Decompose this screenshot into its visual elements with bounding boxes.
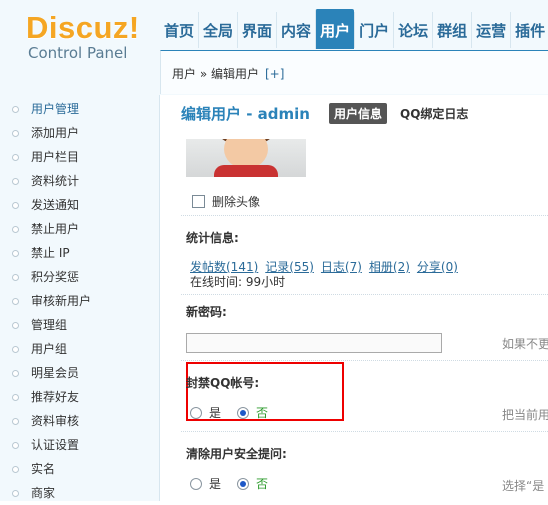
ban-qq-hint: 把当前用: [502, 408, 548, 422]
divider: [181, 215, 548, 216]
link-records[interactable]: 记录(55): [265, 260, 314, 274]
link-posts[interactable]: 发帖数(141): [190, 260, 258, 274]
bullet-icon: [12, 369, 19, 377]
sidebar-item-user-columns[interactable]: 用户栏目: [0, 145, 159, 169]
stats-label: 统计信息:: [186, 231, 239, 245]
bullet-icon: [12, 129, 19, 137]
nav-home[interactable]: 首页: [160, 12, 198, 48]
page-title: 编辑用户 - admin: [181, 105, 310, 123]
sidebar-item-add-user[interactable]: 添加用户: [0, 121, 159, 145]
divider: [181, 294, 548, 295]
sidebar-item-moderate-new-users[interactable]: 审核新用户: [0, 289, 159, 313]
bullet-icon: [12, 225, 19, 233]
logo: Discuz!: [26, 10, 140, 45]
sidebar-item-user-groups[interactable]: 用户组: [0, 337, 159, 361]
sidebar-item-profile-review[interactable]: 资料审核: [0, 409, 159, 433]
sidebar-item-recommend-friends[interactable]: 推荐好友: [0, 385, 159, 409]
clear-security-label: 清除用户安全提问:: [186, 447, 287, 461]
ban-qq-yes-label: 是: [209, 406, 222, 420]
delete-avatar-row: 删除头像: [192, 193, 260, 210]
new-password-input[interactable]: [186, 333, 442, 353]
bullet-icon: [12, 297, 19, 305]
sidebar-item-ban-ip[interactable]: 禁止 IP: [0, 241, 159, 265]
ban-qq-no-label: 否: [256, 406, 269, 420]
link-shares[interactable]: 分享(0): [417, 260, 458, 274]
divider: [181, 431, 548, 432]
clear-security-yes-label: 是: [209, 477, 222, 491]
nav-content[interactable]: 内容: [276, 12, 315, 48]
logo-subtitle: Control Panel: [28, 44, 128, 62]
delete-avatar-checkbox[interactable]: [192, 195, 205, 208]
sidebar-item-verification[interactable]: 认证设置: [0, 433, 159, 457]
sidebar-item-send-notice[interactable]: 发送通知: [0, 193, 159, 217]
sidebar-item-profile-stats[interactable]: 资料统计: [0, 169, 159, 193]
link-albums[interactable]: 相册(2): [369, 260, 410, 274]
nav-interface[interactable]: 界面: [237, 12, 276, 48]
sidebar-item-ban-user[interactable]: 禁止用户: [0, 217, 159, 241]
bullet-icon: [12, 249, 19, 257]
sidebar-item-credits[interactable]: 积分奖惩: [0, 265, 159, 289]
breadcrumb: 用户 » 编辑用户 [+]: [172, 65, 284, 82]
new-password-hint: 如果不更: [502, 337, 548, 351]
clear-security-no-radio[interactable]: [237, 477, 250, 490]
bullet-icon: [12, 321, 19, 329]
main-content: 编辑用户 - admin 用户信息 QQ绑定日志 删除头像 统计信息: 发帖数(…: [176, 95, 548, 501]
add-shortcut-link[interactable]: [+]: [265, 67, 284, 81]
bullet-icon: [12, 417, 19, 425]
tab-qq-bind-log[interactable]: QQ绑定日志: [395, 103, 473, 124]
clear-security-hint: 选择“是: [502, 479, 545, 493]
bullet-icon: [12, 441, 19, 449]
clear-security-options: 是 否: [190, 475, 268, 492]
ban-qq-no-radio[interactable]: [237, 406, 250, 419]
breadcrumb-bar: 用户 » 编辑用户 [+]: [160, 50, 548, 94]
nav-operations[interactable]: 运营: [471, 12, 510, 48]
link-blogs[interactable]: 日志(7): [321, 260, 362, 274]
sidebar-item-admin-groups[interactable]: 管理组: [0, 313, 159, 337]
nav-groups[interactable]: 群组: [432, 12, 471, 48]
nav-plugins[interactable]: 插件: [510, 12, 548, 48]
online-time: 在线时间: 99小时: [190, 275, 286, 289]
delete-avatar-label: 删除头像: [212, 195, 261, 209]
bullet-icon: [12, 153, 19, 161]
breadcrumb-path: 用户 » 编辑用户: [172, 67, 259, 81]
new-password-label: 新密码:: [186, 305, 227, 319]
sidebar-item-real-name[interactable]: 实名: [0, 457, 159, 481]
ban-qq-yes-radio[interactable]: [190, 406, 202, 419]
sidebar: 用户管理 添加用户 用户栏目 资料统计 发送通知 禁止用户 禁止 IP 积分奖惩…: [0, 95, 160, 501]
divider: [181, 360, 548, 361]
bullet-icon: [12, 201, 19, 209]
bullet-icon: [12, 393, 19, 401]
bullet-icon: [12, 489, 19, 497]
nav-portal[interactable]: 门户: [354, 12, 393, 48]
bullet-icon: [12, 105, 19, 113]
bullet-icon: [12, 273, 19, 281]
top-nav: 首页 全局 界面 内容 用户 门户 论坛 群组 运营 插件: [160, 9, 548, 50]
bullet-icon: [12, 177, 19, 185]
nav-global[interactable]: 全局: [198, 12, 237, 48]
nav-forum[interactable]: 论坛: [393, 12, 432, 48]
tab-user-info[interactable]: 用户信息: [328, 103, 387, 124]
ban-qq-label: 封禁QQ帐号:: [186, 376, 260, 390]
title-row: 编辑用户 - admin 用户信息 QQ绑定日志: [181, 103, 481, 124]
bullet-icon: [12, 465, 19, 473]
nav-users[interactable]: 用户: [315, 9, 355, 49]
header: Discuz! Control Panel 首页 全局 界面 内容 用户 门户 …: [0, 0, 548, 95]
clear-security-no-label: 否: [256, 477, 269, 491]
bullet-icon: [12, 345, 19, 353]
sidebar-item-user-management[interactable]: 用户管理: [0, 97, 159, 121]
ban-qq-options: 是 否: [190, 404, 268, 421]
sidebar-item-merchants[interactable]: 商家: [0, 481, 159, 505]
clear-security-yes-radio[interactable]: [190, 477, 202, 490]
avatar: [186, 139, 306, 177]
sidebar-item-star-members[interactable]: 明星会员: [0, 361, 159, 385]
